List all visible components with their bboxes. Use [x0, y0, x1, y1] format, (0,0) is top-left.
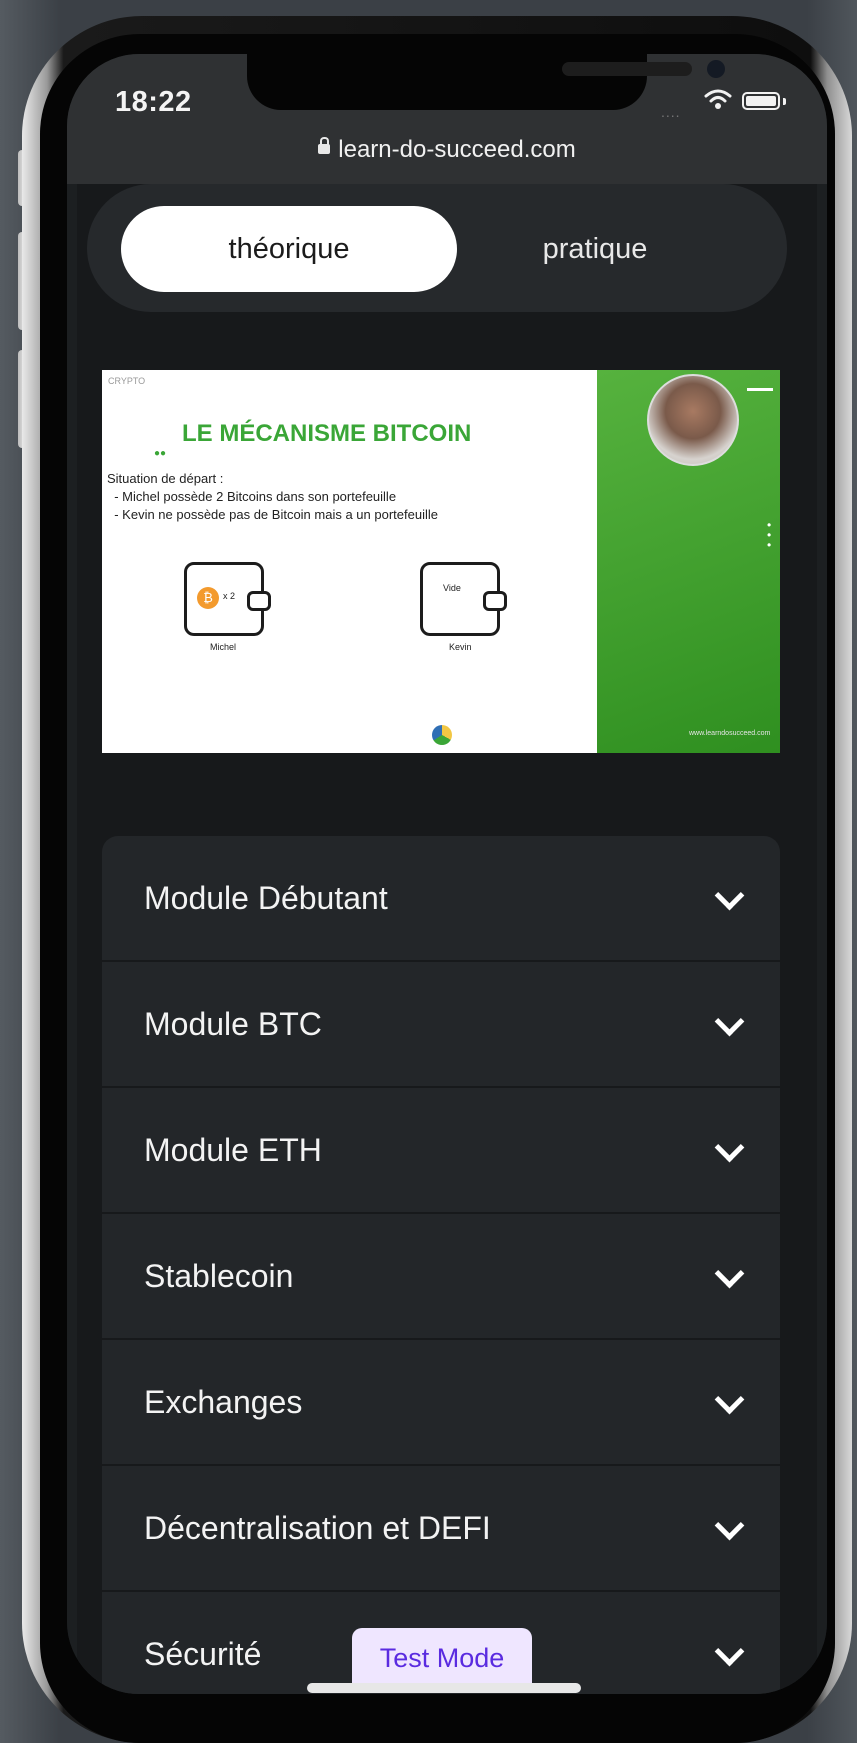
test-mode-badge[interactable]: Test Mode: [352, 1628, 532, 1688]
chevron-down-icon[interactable]: [714, 1636, 745, 1667]
module-accordion: Module Débutant Module BTC Module ETH St…: [102, 836, 780, 1694]
camera: [707, 60, 725, 78]
tab-pratique[interactable]: pratique: [427, 206, 763, 292]
battery-tip: [783, 98, 786, 105]
wallet-right-icon: Vide: [420, 562, 507, 636]
module-item[interactable]: Module ETH: [102, 1088, 780, 1214]
slide-dash: [747, 388, 773, 391]
chevron-down-icon[interactable]: [714, 1132, 745, 1163]
brand-leaf-icon: [432, 725, 452, 745]
chevron-down-icon[interactable]: [714, 1258, 745, 1289]
phone-screen: 18:22 .... learn-do-succeed.com théoriqu…: [67, 54, 827, 1694]
chevron-down-icon[interactable]: [714, 1006, 745, 1037]
slide-text: Situation de départ : - Michel possède 2…: [107, 470, 438, 524]
wallet-right-content: Vide: [443, 583, 461, 593]
clock: 18:22: [115, 86, 192, 118]
lock-icon: [318, 136, 331, 154]
module-item[interactable]: Décentralisation et DEFI: [102, 1466, 780, 1592]
slide-line: - Kevin ne possède pas de Bitcoin mais a…: [107, 507, 438, 522]
module-label: Module Débutant: [144, 879, 388, 916]
presenter-avatar: [647, 374, 739, 466]
chevron-down-icon[interactable]: [714, 880, 745, 911]
module-label: Module ETH: [144, 1131, 322, 1168]
page-content: théorique pratique CRYPTO ●● LE MÉCANISM…: [67, 184, 827, 1694]
chevron-down-icon[interactable]: [714, 1384, 745, 1415]
speaker: [562, 62, 692, 76]
home-indicator[interactable]: [307, 1683, 581, 1693]
wifi-icon: [704, 89, 732, 109]
more-options-icon[interactable]: • • •: [767, 519, 771, 551]
slide-line: Situation de départ :: [107, 471, 224, 486]
battery-icon: [742, 92, 780, 110]
wallet-clasp: [247, 591, 271, 611]
module-label: Exchanges: [144, 1383, 303, 1420]
browser-status-bar: 18:22 .... learn-do-succeed.com: [67, 54, 827, 184]
slide-title: LE MÉCANISME BITCOIN: [182, 420, 472, 447]
wallet-left-icon: ₿ x 2: [184, 562, 271, 636]
module-label: Sécurité: [144, 1635, 262, 1672]
module-item[interactable]: Exchanges: [102, 1340, 780, 1466]
slide-logo: CRYPTO: [108, 376, 146, 386]
wallet-clasp: [483, 591, 507, 611]
module-label: Décentralisation et DEFI: [144, 1509, 491, 1546]
slide-bullet-dots: ●●: [154, 448, 167, 459]
module-item[interactable]: Module Débutant: [102, 836, 780, 962]
chevron-down-icon[interactable]: [714, 1510, 745, 1541]
wallet-left-label: Michel: [210, 642, 237, 652]
cellular-signal-icon: ....: [661, 104, 681, 120]
slide-footer: www.learndosucceed.com: [689, 730, 771, 737]
video-player[interactable]: CRYPTO ●● LE MÉCANISME BITCOIN Situation…: [102, 370, 780, 753]
url-text: learn-do-succeed.com: [338, 136, 576, 163]
notch: [247, 54, 725, 110]
bitcoin-icon: ₿: [197, 587, 219, 609]
slide-line: - Michel possède 2 Bitcoins dans son por…: [107, 489, 397, 504]
module-item[interactable]: Module BTC: [102, 962, 780, 1088]
module-item[interactable]: Stablecoin: [102, 1214, 780, 1340]
module-label: Stablecoin: [144, 1257, 294, 1294]
tab-theorique[interactable]: théorique: [121, 206, 457, 292]
module-label: Module BTC: [144, 1005, 322, 1042]
mode-tab-switch: théorique pratique: [87, 184, 787, 312]
address-bar[interactable]: learn-do-succeed.com: [67, 136, 827, 164]
wallet-right-label: Kevin: [449, 642, 472, 652]
wallet-left-amount: x 2: [223, 591, 236, 601]
